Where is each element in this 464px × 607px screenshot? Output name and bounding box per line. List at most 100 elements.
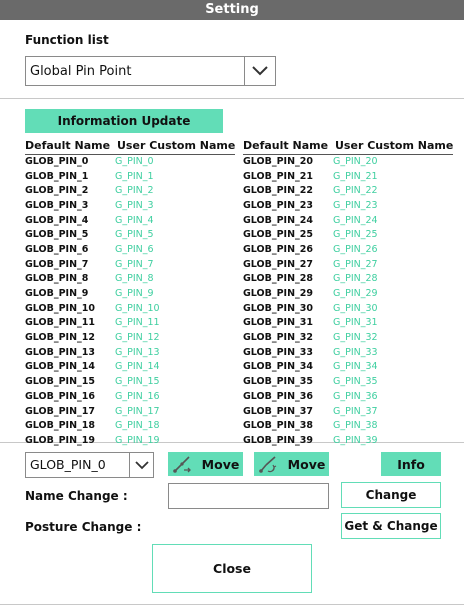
chevron-down-icon[interactable] xyxy=(129,453,153,477)
custom-name-cell: G_PIN_15 xyxy=(115,376,160,388)
custom-name-cell: G_PIN_7 xyxy=(115,258,154,270)
table-row[interactable]: GLOB_PIN_13 G_PIN_13 xyxy=(25,345,235,360)
custom-name-cell: G_PIN_11 xyxy=(115,317,160,329)
function-list-select[interactable]: Global Pin Point xyxy=(25,56,276,86)
custom-name-cell: G_PIN_24 xyxy=(333,214,378,226)
pin-select-dropdown[interactable]: GLOB_PIN_0 xyxy=(25,452,154,478)
table-row[interactable]: GLOB_PIN_29 G_PIN_29 xyxy=(243,286,453,301)
name-change-input[interactable] xyxy=(168,483,329,509)
table-row[interactable]: GLOB_PIN_12 G_PIN_12 xyxy=(25,330,235,345)
default-name-cell: GLOB_PIN_23 xyxy=(243,199,313,211)
custom-name-cell: G_PIN_18 xyxy=(115,420,160,432)
default-name-cell: GLOB_PIN_12 xyxy=(25,332,95,344)
table-row[interactable]: GLOB_PIN_11 G_PIN_11 xyxy=(25,316,235,331)
table-row[interactable]: GLOB_PIN_15 G_PIN_15 xyxy=(25,374,235,389)
table-row[interactable]: GLOB_PIN_32 G_PIN_32 xyxy=(243,330,453,345)
table-row[interactable]: GLOB_PIN_16 G_PIN_16 xyxy=(25,389,235,404)
custom-name-cell: G_PIN_12 xyxy=(115,332,160,344)
default-name-cell: GLOB_PIN_28 xyxy=(243,273,313,285)
table-row[interactable]: GLOB_PIN_18 G_PIN_18 xyxy=(25,418,235,433)
header-user-custom-name: User Custom Name xyxy=(331,137,454,155)
table-row[interactable]: GLOB_PIN_20 G_PIN_20 xyxy=(243,154,453,169)
custom-name-cell: G_PIN_26 xyxy=(333,243,378,255)
table-row[interactable]: GLOB_PIN_1 G_PIN_1 xyxy=(25,169,235,184)
close-button[interactable]: Close xyxy=(152,544,312,593)
custom-name-cell: G_PIN_34 xyxy=(333,361,378,373)
chevron-down-icon[interactable] xyxy=(244,57,275,85)
function-list-label: Function list xyxy=(25,33,109,47)
default-name-cell: GLOB_PIN_38 xyxy=(243,420,313,432)
custom-name-cell: G_PIN_17 xyxy=(115,405,160,417)
table-row[interactable]: GLOB_PIN_23 G_PIN_23 xyxy=(243,198,453,213)
table-row[interactable]: GLOB_PIN_22 G_PIN_22 xyxy=(243,183,453,198)
table-row[interactable]: GLOB_PIN_26 G_PIN_26 xyxy=(243,242,453,257)
table-row[interactable]: GLOB_PIN_17 G_PIN_17 xyxy=(25,404,235,419)
default-name-cell: GLOB_PIN_24 xyxy=(243,214,313,226)
custom-name-cell: G_PIN_10 xyxy=(115,302,160,314)
default-name-cell: GLOB_PIN_35 xyxy=(243,376,313,388)
robot-arm-joint-move-icon xyxy=(258,456,276,473)
table-row[interactable]: GLOB_PIN_3 G_PIN_3 xyxy=(25,198,235,213)
default-name-cell: GLOB_PIN_13 xyxy=(25,346,95,358)
table-row[interactable]: GLOB_PIN_5 G_PIN_5 xyxy=(25,227,235,242)
table-row[interactable]: GLOB_PIN_33 G_PIN_33 xyxy=(243,345,453,360)
table-row[interactable]: GLOB_PIN_28 G_PIN_28 xyxy=(243,272,453,287)
custom-name-cell: G_PIN_30 xyxy=(333,302,378,314)
default-name-cell: GLOB_PIN_31 xyxy=(243,317,313,329)
change-button[interactable]: Change xyxy=(341,482,441,508)
move-button[interactable]: Move xyxy=(168,452,243,476)
table-row[interactable]: GLOB_PIN_35 G_PIN_35 xyxy=(243,374,453,389)
default-name-cell: GLOB_PIN_21 xyxy=(243,170,313,182)
table-row[interactable]: GLOB_PIN_39 G_PIN_39 xyxy=(243,433,453,448)
custom-name-cell: G_PIN_21 xyxy=(333,170,378,182)
custom-name-cell: G_PIN_36 xyxy=(333,390,378,402)
default-name-cell: GLOB_PIN_20 xyxy=(243,156,313,168)
custom-name-cell: G_PIN_5 xyxy=(115,229,154,241)
header-user-custom-name: User Custom Name xyxy=(113,137,236,155)
table-row[interactable]: GLOB_PIN_19 G_PIN_19 xyxy=(25,433,235,448)
table-row[interactable]: GLOB_PIN_2 G_PIN_2 xyxy=(25,183,235,198)
table-row[interactable]: GLOB_PIN_36 G_PIN_36 xyxy=(243,389,453,404)
table-row[interactable]: GLOB_PIN_38 G_PIN_38 xyxy=(243,418,453,433)
default-name-cell: GLOB_PIN_34 xyxy=(243,361,313,373)
move-joint-button[interactable]: Move xyxy=(254,452,329,476)
custom-name-cell: G_PIN_25 xyxy=(333,229,378,241)
table-row[interactable]: GLOB_PIN_21 G_PIN_21 xyxy=(243,169,453,184)
default-name-cell: GLOB_PIN_14 xyxy=(25,361,95,373)
default-name-cell: GLOB_PIN_7 xyxy=(25,258,89,270)
table-row[interactable]: GLOB_PIN_24 G_PIN_24 xyxy=(243,213,453,228)
table-row[interactable]: GLOB_PIN_6 G_PIN_6 xyxy=(25,242,235,257)
information-update-button[interactable]: Information Update xyxy=(25,109,223,133)
table-row[interactable]: GLOB_PIN_10 G_PIN_10 xyxy=(25,301,235,316)
custom-name-cell: G_PIN_33 xyxy=(333,346,378,358)
table-row[interactable]: GLOB_PIN_31 G_PIN_31 xyxy=(243,316,453,331)
default-name-cell: GLOB_PIN_22 xyxy=(243,185,313,197)
custom-name-cell: G_PIN_8 xyxy=(115,273,154,285)
table-row[interactable]: GLOB_PIN_8 G_PIN_8 xyxy=(25,272,235,287)
default-name-cell: GLOB_PIN_16 xyxy=(25,390,95,402)
table-row[interactable]: GLOB_PIN_27 G_PIN_27 xyxy=(243,257,453,272)
default-name-cell: GLOB_PIN_4 xyxy=(25,214,89,226)
table-row[interactable]: GLOB_PIN_25 G_PIN_25 xyxy=(243,227,453,242)
get-and-change-button[interactable]: Get & Change xyxy=(341,513,441,539)
default-name-cell: GLOB_PIN_3 xyxy=(25,199,89,211)
default-name-cell: GLOB_PIN_1 xyxy=(25,170,89,182)
custom-name-cell: G_PIN_28 xyxy=(333,273,378,285)
table-row[interactable]: GLOB_PIN_4 G_PIN_4 xyxy=(25,213,235,228)
table-row[interactable]: GLOB_PIN_0 G_PIN_0 xyxy=(25,154,235,169)
info-button[interactable]: Info xyxy=(381,452,441,476)
pin-table-right: Default Name User Custom Name GLOB_PIN_2… xyxy=(243,137,454,448)
custom-name-cell: G_PIN_20 xyxy=(333,156,378,168)
pin-table-left: Default Name User Custom Name GLOB_PIN_0… xyxy=(25,137,236,448)
custom-name-cell: G_PIN_19 xyxy=(115,434,160,446)
posture-change-label: Posture Change : xyxy=(25,520,142,534)
table-row[interactable]: GLOB_PIN_30 G_PIN_30 xyxy=(243,301,453,316)
table-row[interactable]: GLOB_PIN_34 G_PIN_34 xyxy=(243,360,453,375)
header-default-name: Default Name xyxy=(243,137,331,155)
table-row[interactable]: GLOB_PIN_7 G_PIN_7 xyxy=(25,257,235,272)
table-row[interactable]: GLOB_PIN_37 G_PIN_37 xyxy=(243,404,453,419)
default-name-cell: GLOB_PIN_33 xyxy=(243,346,313,358)
custom-name-cell: G_PIN_38 xyxy=(333,420,378,432)
table-row[interactable]: GLOB_PIN_14 G_PIN_14 xyxy=(25,360,235,375)
table-row[interactable]: GLOB_PIN_9 G_PIN_9 xyxy=(25,286,235,301)
